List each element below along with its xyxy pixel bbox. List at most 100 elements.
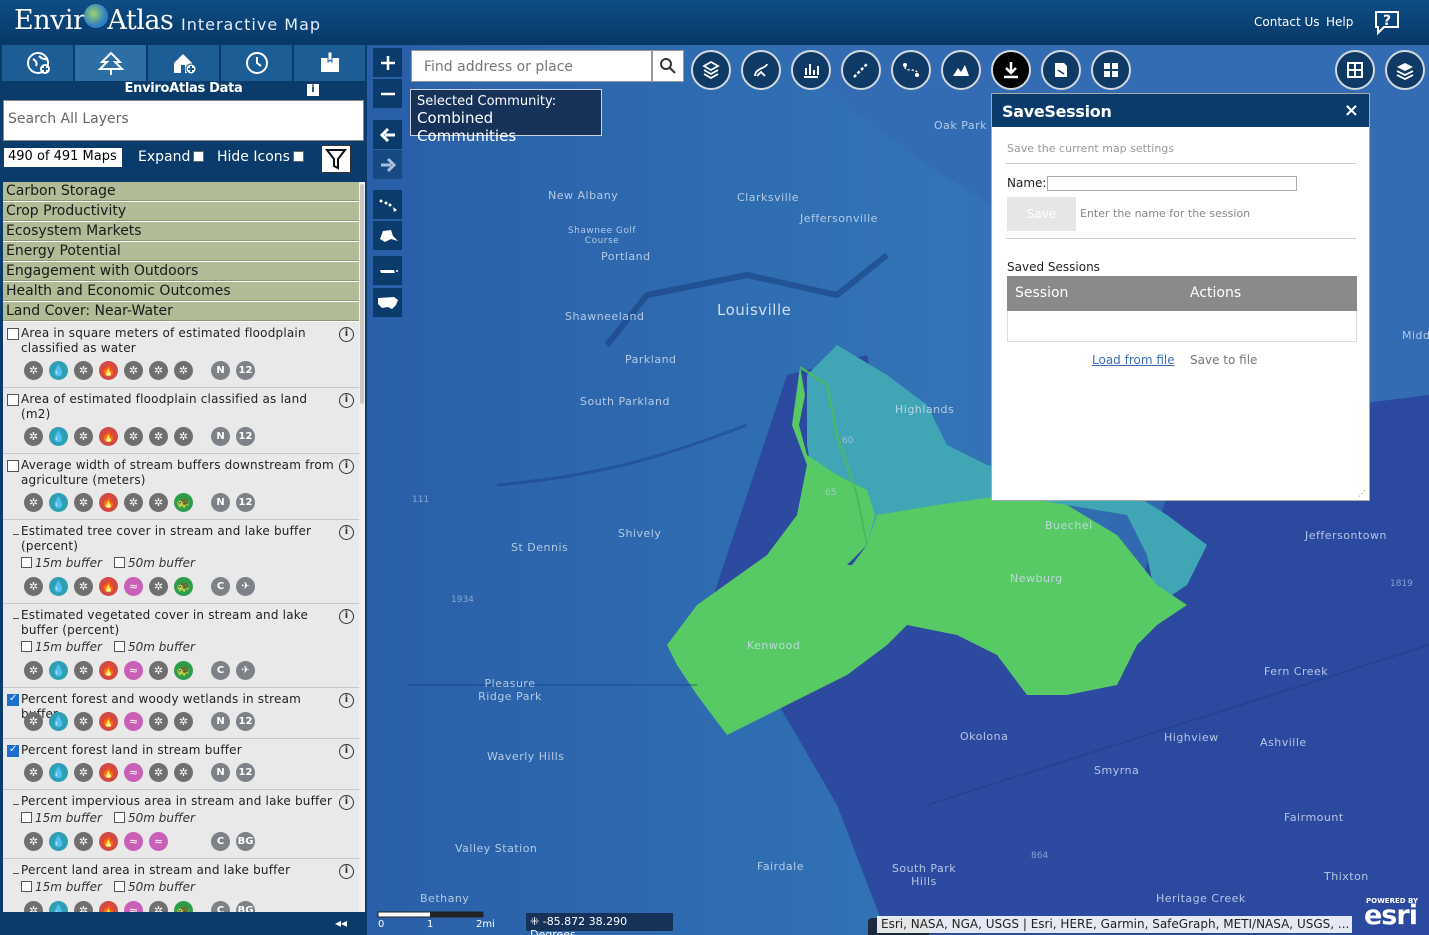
tab-data[interactable] bbox=[75, 45, 146, 81]
tab-add-layer[interactable] bbox=[2, 45, 73, 81]
layer-checkbox[interactable] bbox=[7, 744, 19, 757]
buffer-15-checkbox[interactable] bbox=[21, 557, 32, 568]
category-icon[interactable]: ✲ bbox=[74, 763, 93, 782]
category-icon[interactable]: ✲ bbox=[149, 712, 168, 731]
help-link[interactable]: Help bbox=[1326, 15, 1353, 29]
layer-title[interactable]: Area of estimated floodplain classified … bbox=[21, 392, 336, 422]
category-icon[interactable]: ✲ bbox=[149, 493, 168, 512]
plane-icon[interactable]: ✈ bbox=[236, 577, 255, 596]
draw-button[interactable] bbox=[741, 50, 781, 90]
category-icon[interactable]: ✲ bbox=[24, 493, 43, 512]
print-button[interactable] bbox=[1041, 50, 1081, 90]
collapse-panel-button[interactable]: ◂◂ bbox=[335, 916, 347, 930]
category-icon[interactable]: ✲ bbox=[24, 661, 43, 680]
puerto-rico-extent-button[interactable] bbox=[373, 256, 402, 285]
info-icon[interactable]: i bbox=[339, 525, 354, 540]
layer-title[interactable]: Estimated tree cover in stream and lake … bbox=[21, 524, 336, 554]
category-icon[interactable]: ≈ bbox=[124, 712, 143, 731]
expand-toggle[interactable]: Expand bbox=[138, 149, 205, 165]
info-icon[interactable]: i bbox=[307, 84, 319, 96]
layer-checkbox[interactable] bbox=[7, 394, 19, 406]
category-icon[interactable]: ✲ bbox=[174, 427, 193, 446]
info-icon[interactable]: i bbox=[339, 744, 354, 759]
info-icon[interactable]: i bbox=[339, 795, 354, 810]
category-icon[interactable]: ✲ bbox=[74, 493, 93, 512]
alaska-extent-button[interactable] bbox=[373, 221, 402, 250]
layer-title[interactable]: Estimated vegetated cover in stream and … bbox=[21, 608, 336, 638]
category-icon[interactable]: ✲ bbox=[124, 427, 143, 446]
scale-tag[interactable]: BG bbox=[236, 832, 255, 851]
basemap-gallery-button[interactable] bbox=[691, 50, 731, 90]
chart-button[interactable] bbox=[791, 50, 831, 90]
category-icon[interactable]: 💧 bbox=[49, 763, 68, 782]
expand-checkbox[interactable] bbox=[193, 151, 205, 162]
scale-tag[interactable]: C bbox=[211, 577, 230, 596]
category-icon[interactable]: ✲ bbox=[24, 763, 43, 782]
esri-logo[interactable]: POWERED BY esri bbox=[1362, 896, 1424, 931]
layer-title[interactable]: Percent land area in stream and lake buf… bbox=[21, 863, 336, 878]
category-icon[interactable]: ✲ bbox=[74, 577, 93, 596]
category-icon[interactable]: ✲ bbox=[74, 832, 93, 851]
category-icon[interactable]: 💧 bbox=[49, 577, 68, 596]
category-icon[interactable]: 💧 bbox=[49, 493, 68, 512]
category-icon[interactable]: 🔥 bbox=[99, 577, 118, 596]
layer-title[interactable]: Area in square meters of estimated flood… bbox=[21, 326, 336, 356]
category-icon[interactable]: ✲ bbox=[74, 427, 93, 446]
category-icon[interactable]: ≈ bbox=[124, 661, 143, 680]
address-search-input[interactable]: Find address or place bbox=[411, 50, 652, 82]
category-icon[interactable]: ✲ bbox=[149, 661, 168, 680]
category-icon[interactable]: 🐢 bbox=[174, 493, 193, 512]
scale-tag[interactable]: 12 bbox=[236, 712, 255, 731]
category-icon[interactable]: ✲ bbox=[149, 763, 168, 782]
category-icon[interactable]: 🔥 bbox=[99, 427, 118, 446]
category-icon[interactable]: 🔥 bbox=[99, 763, 118, 782]
enviroatlas-logo[interactable]: Envir Atlas bbox=[14, 4, 174, 36]
hawaii-extent-button[interactable] bbox=[373, 190, 402, 219]
info-icon[interactable]: i bbox=[339, 864, 354, 879]
plane-icon[interactable]: ✈ bbox=[236, 661, 255, 680]
layer-title[interactable]: Percent forest land in stream buffer bbox=[21, 743, 336, 758]
category-icon[interactable]: ✲ bbox=[74, 361, 93, 380]
layer-checkbox[interactable] bbox=[7, 693, 19, 706]
contact-us-link[interactable]: Contact Us bbox=[1254, 15, 1320, 29]
hide-icons-toggle[interactable]: Hide Icons bbox=[217, 149, 304, 165]
tab-history[interactable] bbox=[221, 45, 292, 81]
help-question-icon[interactable]: ? bbox=[1372, 8, 1402, 36]
category-header[interactable]: Land Cover: Near-Water bbox=[3, 302, 359, 321]
category-icon[interactable]: ≈ bbox=[124, 832, 143, 851]
category-icon[interactable]: 🔥 bbox=[99, 712, 118, 731]
buffer-50-checkbox[interactable] bbox=[113, 557, 125, 568]
info-icon[interactable]: i bbox=[339, 393, 354, 408]
filter-button[interactable] bbox=[321, 145, 351, 173]
route-button[interactable] bbox=[891, 50, 931, 90]
category-icon[interactable]: 💧 bbox=[49, 427, 68, 446]
buffer-15-checkbox[interactable] bbox=[21, 812, 32, 823]
buffer-50-checkbox[interactable] bbox=[113, 641, 125, 652]
category-icon[interactable]: 💧 bbox=[49, 661, 68, 680]
category-icon[interactable]: ✲ bbox=[74, 661, 93, 680]
category-icon[interactable]: ✲ bbox=[74, 712, 93, 731]
category-icon[interactable]: ✲ bbox=[24, 361, 43, 380]
category-icon[interactable]: 🐢 bbox=[174, 577, 193, 596]
scale-tag[interactable]: 12 bbox=[236, 493, 255, 512]
layer-title[interactable]: Percent impervious area in stream and la… bbox=[21, 794, 336, 809]
previous-extent-button[interactable] bbox=[373, 120, 402, 149]
category-icon[interactable]: ✲ bbox=[174, 763, 193, 782]
scale-tag[interactable]: 12 bbox=[236, 763, 255, 782]
category-icon[interactable]: ✲ bbox=[174, 361, 193, 380]
grid-button[interactable] bbox=[1091, 50, 1131, 90]
scale-tag[interactable]: N bbox=[211, 712, 230, 731]
category-icon[interactable]: 🔥 bbox=[99, 832, 118, 851]
category-icon[interactable]: ✲ bbox=[24, 577, 43, 596]
info-icon[interactable]: i bbox=[339, 609, 354, 624]
close-icon[interactable]: × bbox=[1344, 100, 1359, 121]
category-icon[interactable]: 💧 bbox=[49, 832, 68, 851]
scale-tag[interactable]: N bbox=[211, 427, 230, 446]
category-icon[interactable]: 💧 bbox=[49, 712, 68, 731]
tab-bookmark[interactable] bbox=[294, 45, 365, 81]
session-name-input[interactable] bbox=[1047, 176, 1297, 191]
info-icon[interactable]: i bbox=[339, 693, 354, 708]
scale-tag[interactable]: N bbox=[211, 763, 230, 782]
category-icon[interactable]: 🔥 bbox=[99, 361, 118, 380]
category-header[interactable]: Carbon Storage bbox=[3, 182, 359, 201]
